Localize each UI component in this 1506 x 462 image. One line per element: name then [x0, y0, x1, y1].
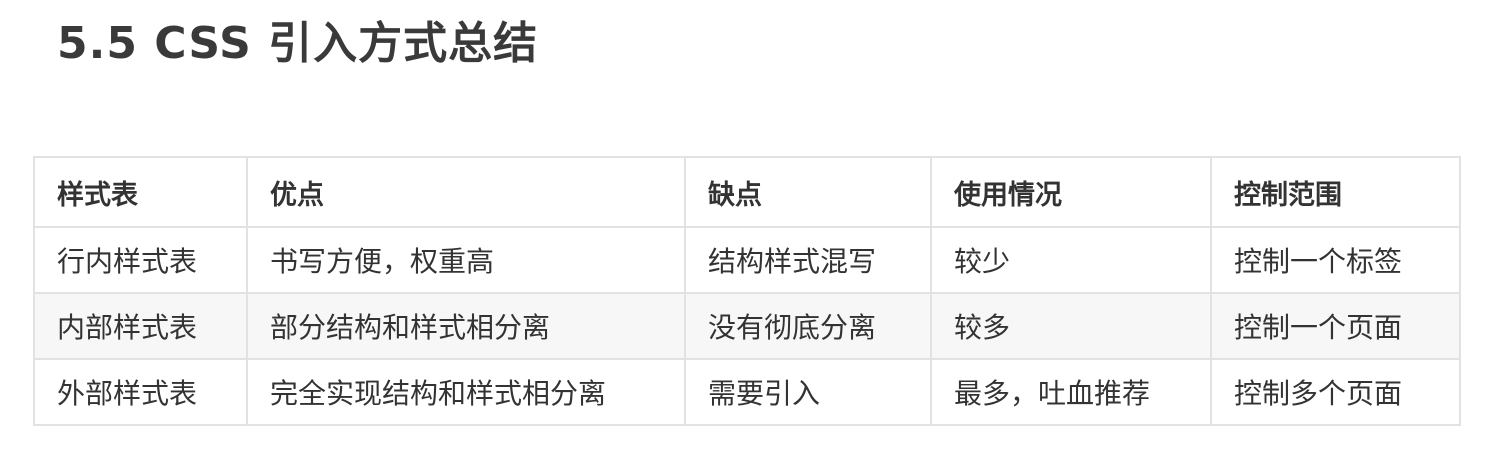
- header-stylesheet: 样式表: [33, 156, 248, 228]
- cell-advantages: 部分结构和样式相分离: [246, 292, 686, 360]
- table-header: 样式表 优点 缺点 使用情况 控制范围: [33, 156, 1461, 228]
- cell-scope: 控制一个标签: [1210, 226, 1461, 294]
- cell-disadvantages: 结构样式混写: [684, 226, 932, 294]
- header-usage: 使用情况: [930, 156, 1212, 228]
- table-row: 外部样式表 完全实现结构和样式相分离 需要引入 最多，吐血推荐 控制多个页面: [33, 358, 1461, 426]
- header-scope: 控制范围: [1210, 156, 1461, 228]
- table-row: 内部样式表 部分结构和样式相分离 没有彻底分离 较多 控制一个页面: [33, 292, 1461, 360]
- header-row: 样式表 优点 缺点 使用情况 控制范围: [33, 156, 1461, 228]
- cell-stylesheet: 行内样式表: [33, 226, 248, 294]
- page-title: 5.5 CSS 引入方式总结: [57, 18, 539, 69]
- cell-disadvantages: 需要引入: [684, 358, 932, 426]
- header-advantages: 优点: [246, 156, 686, 228]
- cell-disadvantages: 没有彻底分离: [684, 292, 932, 360]
- cell-usage: 较多: [930, 292, 1212, 360]
- cell-scope: 控制一个页面: [1210, 292, 1461, 360]
- css-import-summary-table: 样式表 优点 缺点 使用情况 控制范围 行内样式表 书写方便，权重高 结构样式混…: [33, 156, 1461, 426]
- cell-scope: 控制多个页面: [1210, 358, 1461, 426]
- table-body: 行内样式表 书写方便，权重高 结构样式混写 较少 控制一个标签 内部样式表 部分…: [33, 226, 1461, 426]
- cell-usage: 最多，吐血推荐: [930, 358, 1212, 426]
- cell-stylesheet: 内部样式表: [33, 292, 248, 360]
- table-row: 行内样式表 书写方便，权重高 结构样式混写 较少 控制一个标签: [33, 226, 1461, 294]
- cell-stylesheet: 外部样式表: [33, 358, 248, 426]
- cell-advantages: 书写方便，权重高: [246, 226, 686, 294]
- cell-advantages: 完全实现结构和样式相分离: [246, 358, 686, 426]
- cell-usage: 较少: [930, 226, 1212, 294]
- header-disadvantages: 缺点: [684, 156, 932, 228]
